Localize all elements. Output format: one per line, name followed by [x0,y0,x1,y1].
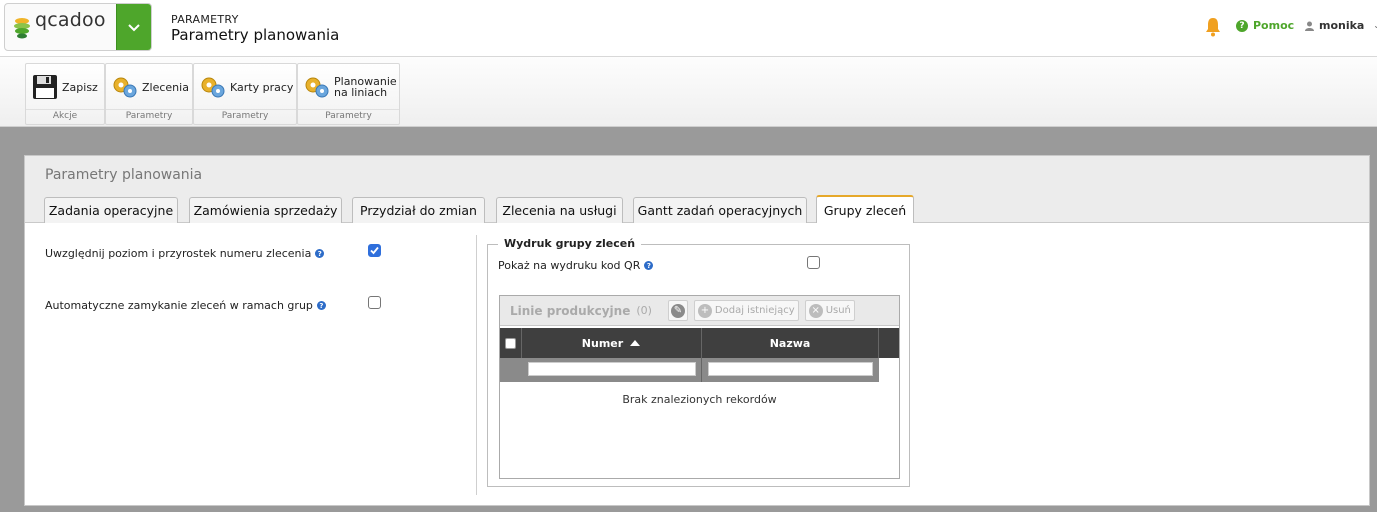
include-level-checkbox[interactable] [368,244,381,257]
tab-order-groups[interactable]: Grupy zleceń [816,195,914,223]
line-planning-label-line2: na liniach [334,86,388,99]
save-label: Zapisz [62,80,98,94]
column-name[interactable]: Nazwa [702,328,879,358]
vertical-divider [476,235,477,495]
ribbon-group-label: Parametry [298,109,399,123]
filter-spacer [500,358,522,382]
gears-icon [305,77,329,98]
chevron-down-icon: ⌄ [1373,21,1377,30]
breadcrumb-section: PARAMETRY [171,13,239,26]
logo-text: qcadoo [35,9,106,31]
include-level-label: Uwzględnij poziom i przyrostek numeru zl… [45,247,312,260]
top-bar: qcadoo PARAMETRY Parametry planowania ? … [0,0,1377,57]
auto-close-label: Automatyczne zamykanie zleceń w ramach g… [45,299,313,312]
ribbon-group-orders: Zlecenia Parametry [105,63,193,125]
tab-operational-tasks[interactable]: Zadania operacyjne [44,197,178,223]
sort-ascending-icon [630,340,641,346]
grid-header: Linie produkcyjne (0) ✎ + Dodaj istnieją… [500,296,899,326]
filter-toggle-button[interactable]: ✎ [667,300,688,321]
print-group-legend: Wydruk grupy zleceń [498,237,642,250]
column-number[interactable]: Numer [522,328,702,358]
plus-icon: + [697,303,712,318]
name-filter-input[interactable] [708,362,873,376]
logo-box[interactable]: qcadoo [4,3,152,51]
qr-checkbox[interactable] [807,256,820,269]
ribbon-group-actions: Zapisz Akcje [25,63,105,125]
user-name: monika [1319,19,1365,32]
qr-label: Pokaż na wydruku kod QR [498,259,641,272]
filter-icon: ✎ [670,303,685,318]
auto-close-row: Automatyczne zamykanie zleceń w ramach g… [45,299,326,312]
panel-title: Parametry planowania [45,167,203,183]
select-all-cell [500,328,522,358]
close-icon: × [808,303,823,318]
ribbon-group-label: Parametry [194,109,296,123]
tab-sales-orders[interactable]: Zamówienia sprzedaży [189,197,342,223]
grid-filter-row [500,358,899,382]
line-planning-button[interactable]: Planowanie na liniach [298,64,399,110]
user-menu[interactable]: monika ⌄ [1305,19,1377,32]
help-icon: ? [1236,19,1248,32]
floppy-disk-icon [33,75,57,99]
gears-icon [113,77,137,98]
auto-close-checkbox[interactable] [368,296,381,309]
ribbon-group-label: Parametry [106,109,192,123]
checkmark-icon [370,246,379,255]
column-number-label: Numer [581,336,624,350]
save-button[interactable]: Zapisz [26,64,104,110]
tab-service-orders[interactable]: Zlecenia na usługi [496,197,623,223]
column-name-label: Nazwa [769,336,811,350]
work-cards-label: Karty pracy [230,80,294,94]
notification-bell-icon[interactable] [1204,17,1222,37]
line-planning-label: Planowanie na liniach [334,76,397,98]
user-icon [1305,21,1314,31]
work-cards-button[interactable]: Karty pracy [194,64,296,110]
filter-divider [701,358,702,382]
page-title: Parametry planowania [171,26,340,44]
print-group-fieldset: Wydruk grupy zleceń Pokaż na wydruku kod… [487,237,910,487]
main-menu-button[interactable] [116,4,151,50]
help-link[interactable]: ? Pomoc [1236,19,1294,32]
ribbon-toolbar: Zapisz Akcje Zlecenia Parametry Karty pr… [0,57,1377,127]
main-panel: Parametry planowania Zadania operacyjne … [24,155,1370,506]
grid-count: (0) [636,304,652,317]
number-filter-input[interactable] [528,362,696,376]
ribbon-group-line-planning: Planowanie na liniach Parametry [297,63,400,125]
ribbon-group-label: Akcje [26,109,104,123]
panel-header: Parametry planowania Zadania operacyjne … [25,156,1369,223]
remove-label: Usuń [825,305,851,316]
help-icon[interactable]: ? [644,261,654,270]
production-lines-grid: Linie produkcyjne (0) ✎ + Dodaj istnieją… [499,295,900,479]
add-existing-label: Dodaj istniejący [714,305,795,316]
chevron-down-icon [128,24,140,32]
add-existing-button[interactable]: + Dodaj istniejący [693,300,799,321]
help-icon[interactable]: ? [316,301,326,310]
select-all-checkbox[interactable] [505,337,516,349]
empty-message: Brak znalezionych rekordów [622,393,777,406]
orders-label: Zlecenia [142,80,189,94]
help-label: Pomoc [1253,19,1295,32]
orders-button[interactable]: Zlecenia [106,64,192,110]
remove-button[interactable]: × Usuń [804,300,855,321]
help-icon[interactable]: ? [315,249,325,258]
tab-shift-assignment[interactable]: Przydział do zmian [352,197,485,223]
qr-row: Pokaż na wydruku kod QR ? [498,259,654,272]
gears-icon [201,77,225,98]
grid-column-header: Numer Nazwa [500,328,899,358]
tab-gantt-operational-tasks[interactable]: Gantt zadań operacyjnych [633,197,807,223]
grid-title: Linie produkcyjne [510,303,631,318]
column-spacer [879,328,899,358]
include-level-row: Uwzględnij poziom i przyrostek numeru zl… [45,247,325,260]
ribbon-group-work-cards: Karty pracy Parametry [193,63,297,125]
filter-scroll-spacer [879,358,899,382]
